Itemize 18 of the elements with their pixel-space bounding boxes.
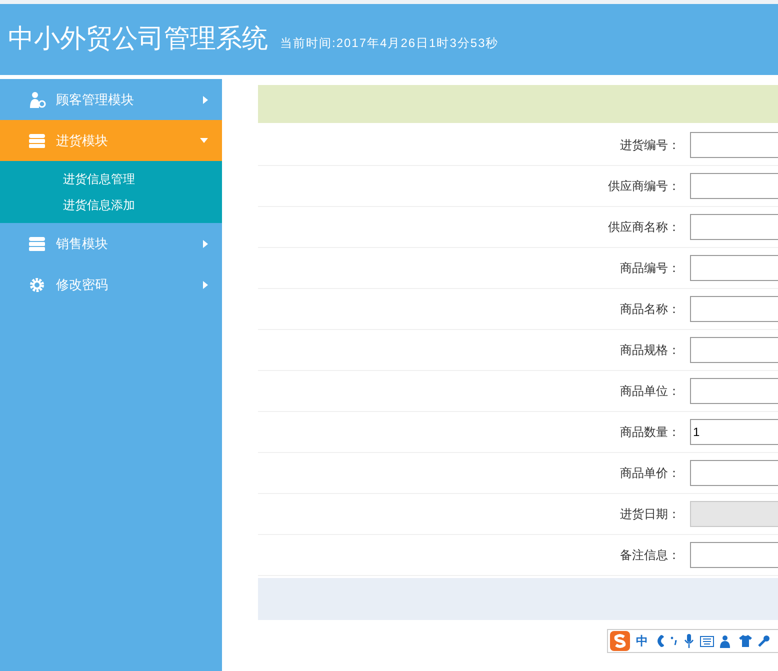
input-mode-toggle[interactable]: 中 bbox=[636, 632, 648, 650]
submenu-item[interactable]: 进货信息管理 bbox=[0, 166, 222, 192]
field-label: 供应商名称： bbox=[607, 219, 681, 236]
field-label: 商品数量： bbox=[619, 424, 681, 441]
menu-item[interactable]: 进货模块 bbox=[0, 120, 222, 161]
app-title: 中小外贸公司管理系统 bbox=[8, 23, 268, 56]
field-label: 备注信息： bbox=[619, 547, 681, 564]
field-label: 商品单价： bbox=[619, 465, 681, 482]
field-label: 商品单位： bbox=[619, 383, 681, 400]
field-label: 商品编号： bbox=[619, 260, 681, 277]
field-label: 进货编号： bbox=[619, 137, 681, 154]
field-label: 进货日期： bbox=[619, 506, 681, 523]
current-time: 当前时间:2017年4月26日1时3分53秒 bbox=[280, 34, 499, 52]
field-label: 商品规格： bbox=[619, 342, 681, 359]
input-field[interactable]: 1 bbox=[690, 419, 778, 445]
field-label: 供应商编号： bbox=[607, 178, 681, 195]
field-label: 商品名称： bbox=[619, 301, 681, 318]
submenu-item[interactable]: 进货信息添加 bbox=[0, 192, 222, 218]
